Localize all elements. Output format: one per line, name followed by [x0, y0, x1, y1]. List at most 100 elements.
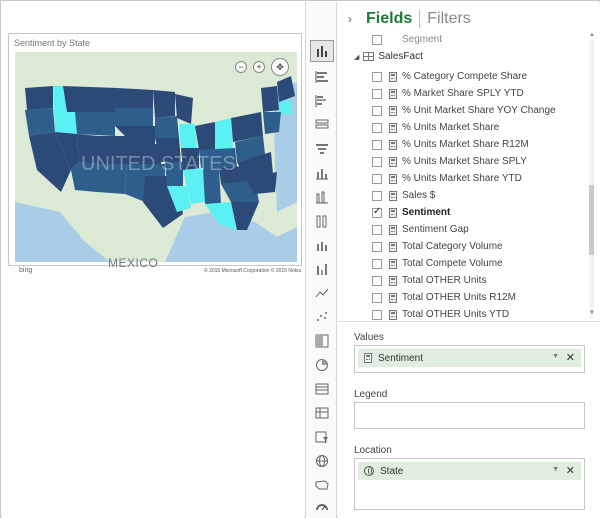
- funnel-icon[interactable]: [310, 138, 334, 160]
- column-chart-icon[interactable]: [310, 162, 334, 184]
- map-copyright: © 2015 Microsoft Corporation © 2015 Noki…: [204, 268, 302, 274]
- field-checkbox[interactable]: [372, 122, 382, 133]
- tab-fields[interactable]: Fields: [366, 10, 412, 28]
- field-item[interactable]: Total OTHER Units R12M: [372, 289, 516, 306]
- scroll-down-arrow-icon[interactable]: ▼: [589, 310, 595, 316]
- map-area[interactable]: UNITED STATES − + ✥: [15, 52, 297, 262]
- field-item[interactable]: % Units Market Share: [372, 119, 499, 136]
- calculator-icon: [389, 71, 397, 82]
- field-list-scrollbar[interactable]: [589, 40, 594, 318]
- gauge-icon[interactable]: [310, 496, 334, 518]
- tab-filters[interactable]: Filters: [427, 10, 471, 28]
- field-label: Sales $: [402, 190, 436, 201]
- remove-field-icon[interactable]: ✕: [566, 351, 575, 364]
- table-name: SalesFact: [378, 51, 423, 62]
- treemap-icon[interactable]: [310, 330, 334, 352]
- location-field-pill[interactable]: State ▼ ✕: [358, 462, 581, 480]
- field-checkbox[interactable]: [372, 258, 382, 269]
- field-checkbox[interactable]: [372, 275, 382, 286]
- globe-icon: [364, 466, 374, 476]
- field-label: Total OTHER Units R12M: [402, 292, 516, 303]
- pie-chart-icon[interactable]: [310, 354, 334, 376]
- 100-stacked-bar-icon[interactable]: [310, 114, 334, 136]
- waterfall-icon[interactable]: [310, 258, 334, 280]
- expand-triangle-icon[interactable]: ◢: [354, 53, 359, 61]
- table-node-salesfact[interactable]: ◢ SalesFact: [354, 51, 423, 62]
- field-checkbox[interactable]: [372, 139, 382, 150]
- field-item[interactable]: Total OTHER Units: [372, 272, 486, 289]
- field-item[interactable]: Sales $: [372, 187, 435, 204]
- pill-dropdown-icon[interactable]: ▼: [552, 466, 559, 473]
- field-item[interactable]: Sentiment: [372, 204, 450, 221]
- field-label: % Category Compete Share: [402, 71, 528, 82]
- values-field-name: Sentiment: [378, 352, 424, 364]
- field-label: Total OTHER Units YTD: [402, 309, 510, 320]
- field-checkbox[interactable]: [372, 309, 382, 320]
- field-checkbox[interactable]: [372, 292, 382, 303]
- clustered-bar-chart-icon[interactable]: [310, 90, 334, 112]
- collapse-pane-icon[interactable]: ›: [348, 12, 352, 26]
- zoom-in-button[interactable]: +: [253, 61, 265, 73]
- field-item[interactable]: % Unit Market Share YOY Change: [372, 102, 556, 119]
- field-item[interactable]: Sentiment Gap: [372, 221, 469, 238]
- globe-map-icon[interactable]: [310, 450, 334, 472]
- calculator-icon: [389, 241, 397, 252]
- map-visual[interactable]: Sentiment by State UNITED STATES − + ✥ M…: [8, 33, 302, 274]
- line-chart-icon[interactable]: [310, 282, 334, 304]
- us-states-map[interactable]: UNITED STATES: [15, 52, 297, 262]
- remove-field-icon[interactable]: ✕: [566, 464, 575, 477]
- field-checkbox[interactable]: [372, 241, 382, 252]
- values-field-pill[interactable]: Sentiment ▼ ✕: [358, 349, 581, 367]
- field-item-partial[interactable]: Segment: [372, 32, 442, 48]
- bar-chart-icon[interactable]: [310, 66, 334, 88]
- field-item[interactable]: % Market Share SPLY YTD: [372, 85, 524, 102]
- field-checkbox[interactable]: [372, 173, 382, 184]
- calculator-icon: [364, 353, 372, 363]
- field-checkbox[interactable]: [372, 105, 382, 116]
- field-item[interactable]: % Units Market Share SPLY: [372, 153, 527, 170]
- field-item[interactable]: Total OTHER Units YTD: [372, 306, 510, 321]
- scatter-chart-icon[interactable]: [310, 306, 334, 328]
- calculator-icon: [389, 105, 397, 116]
- field-list[interactable]: Segment ◢ SalesFact % Category Compete S…: [338, 32, 600, 322]
- field-checkbox[interactable]: [372, 156, 382, 167]
- zoom-out-button[interactable]: −: [235, 61, 247, 73]
- 100-stacked-column-icon[interactable]: [310, 210, 334, 232]
- calculator-icon: [389, 292, 397, 303]
- pill-dropdown-icon[interactable]: ▼: [552, 353, 559, 360]
- stacked-bar-chart-icon[interactable]: [310, 40, 334, 62]
- field-checkbox[interactable]: [372, 224, 382, 235]
- filled-map-icon[interactable]: [310, 474, 334, 496]
- field-item[interactable]: % Category Compete Share: [372, 68, 527, 85]
- calculator-icon: [389, 309, 397, 320]
- field-label: Total Compete Volume: [402, 258, 503, 269]
- field-item[interactable]: Total Compete Volume: [372, 255, 503, 272]
- country-label: UNITED STATES: [81, 153, 236, 175]
- visual-title: Sentiment by State: [14, 38, 91, 48]
- values-well[interactable]: Sentiment ▼ ✕: [354, 345, 585, 373]
- slicer-icon[interactable]: [310, 426, 334, 448]
- field-checkbox[interactable]: [372, 190, 382, 201]
- location-field-name: State: [380, 465, 404, 477]
- legend-well[interactable]: [354, 402, 585, 429]
- scroll-up-arrow-icon[interactable]: ▲: [589, 32, 595, 38]
- line-column-icon[interactable]: [310, 234, 334, 256]
- matrix-icon[interactable]: [310, 402, 334, 424]
- field-item[interactable]: % Units Market Share R12M: [372, 136, 529, 153]
- field-checkbox[interactable]: [372, 34, 382, 45]
- pane-header: › Fields Filters: [348, 8, 471, 30]
- field-checkbox[interactable]: [372, 206, 382, 218]
- clustered-column-icon[interactable]: [310, 186, 334, 208]
- field-checkbox[interactable]: [372, 88, 382, 99]
- app-frame: Sentiment by State UNITED STATES − + ✥ M…: [0, 0, 600, 518]
- table-icon[interactable]: [310, 378, 334, 400]
- field-item[interactable]: Total Category Volume: [372, 238, 503, 255]
- location-well[interactable]: State ▼ ✕: [354, 458, 585, 510]
- field-item[interactable]: % Units Market Share YTD: [372, 170, 522, 187]
- calculator-icon: [389, 88, 397, 99]
- scrollbar-thumb[interactable]: [589, 185, 594, 255]
- fields-pane: › Fields Filters Segment ◢ SalesFact % C…: [338, 2, 600, 518]
- pan-control-icon[interactable]: ✥: [271, 58, 289, 76]
- field-checkbox[interactable]: [372, 71, 382, 82]
- calculator-icon: [389, 139, 397, 150]
